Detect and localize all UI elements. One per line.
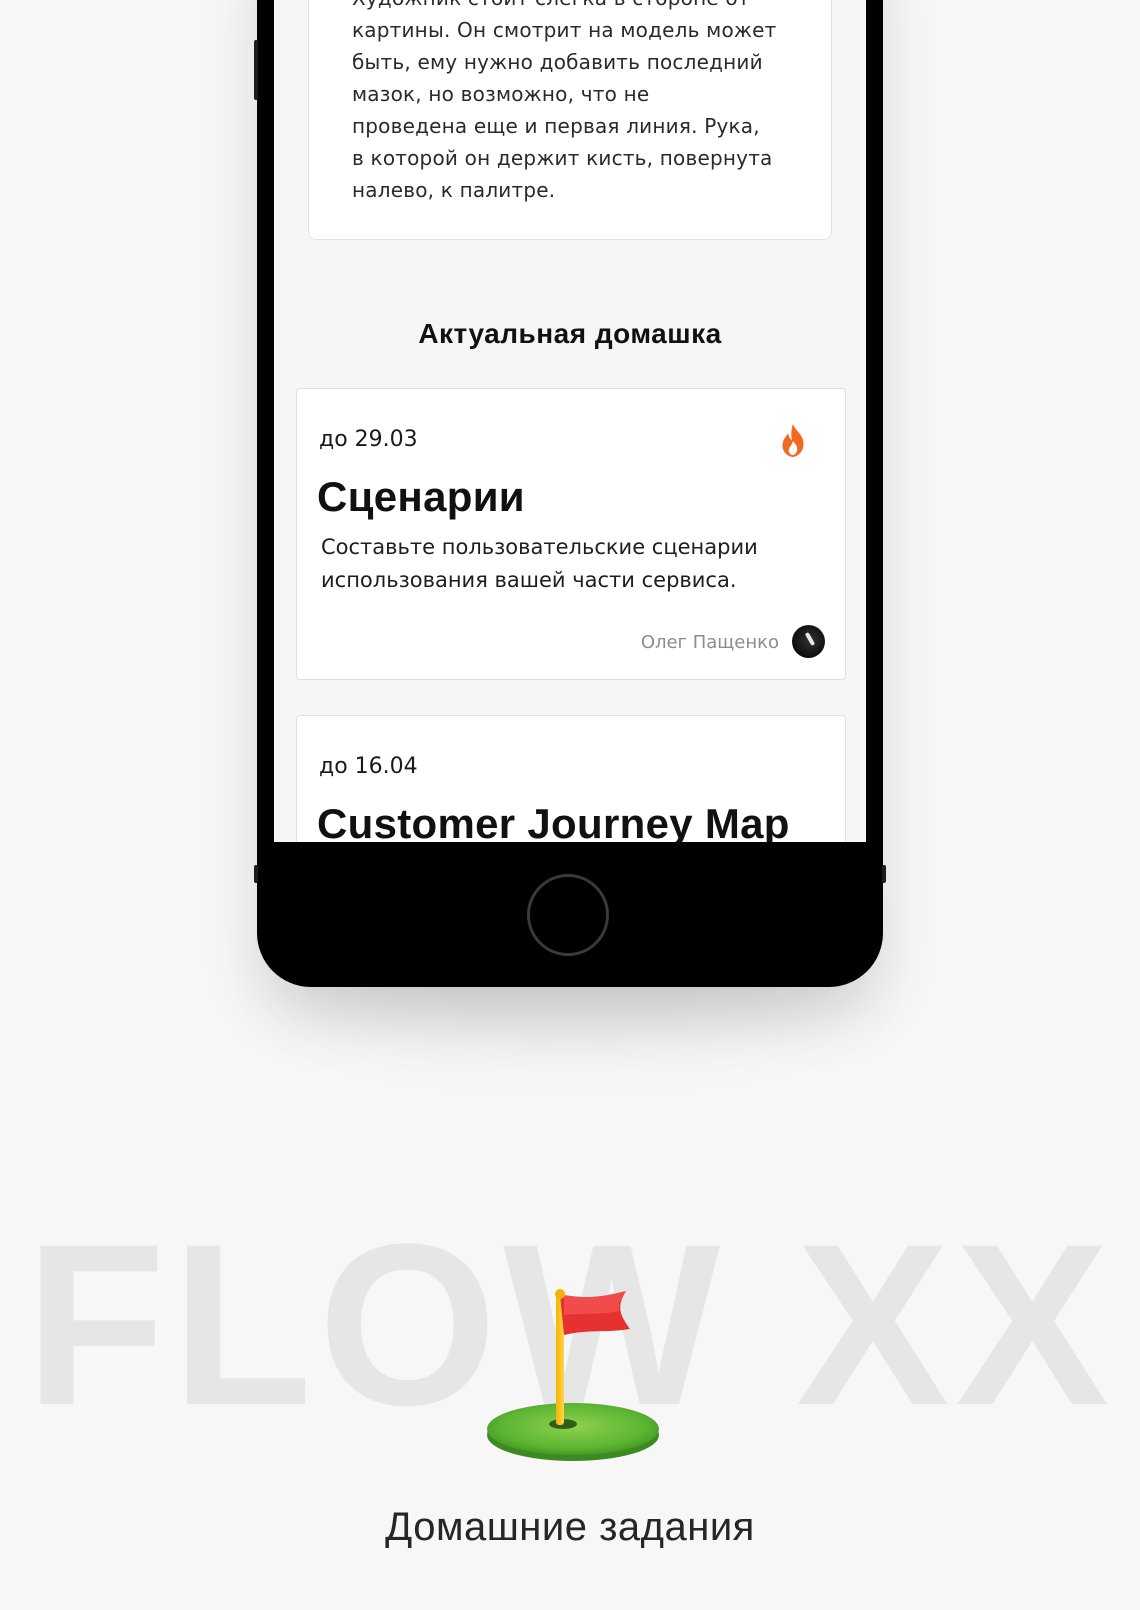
phone-screen[interactable]: Художник стоит слегка в стороне от карти…: [274, 0, 866, 842]
description-card: Художник стоит слегка в стороне от карти…: [308, 0, 832, 240]
phone-mockup: Художник стоит слегка в стороне от карти…: [254, 0, 886, 987]
volume-button: [254, 40, 258, 100]
homework-card-cjm[interactable]: до 16.04 Customer Journey Map: [296, 715, 846, 842]
homework-title: Customer Journey Map: [317, 800, 790, 842]
description-line: Художник стоит слегка в стороне от: [352, 0, 802, 14]
description-line: быть, ему нужно добавить последний: [352, 50, 763, 74]
homework-card-scenarios[interactable]: до 29.03 Сценарии Составьте пользователь…: [296, 388, 846, 680]
description-line: в которой он держит кисть, повернута: [352, 146, 773, 170]
homework-author: Олег Пащенко: [640, 632, 779, 653]
description-line: налево, к палитре.: [352, 178, 556, 202]
flame-icon: [782, 424, 804, 457]
footer-caption: Домашние задания: [385, 1505, 755, 1549]
homework-description: Составьте пользовательские сценарии испо…: [321, 531, 821, 597]
description-text: Художник стоит слегка в стороне от карти…: [352, 0, 802, 206]
homework-description-line: Составьте пользовательские сценарии: [321, 535, 758, 559]
flag-in-hole-icon: [487, 1289, 659, 1461]
homework-deadline: до 16.04: [319, 754, 418, 779]
homework-description-line: использования вашей части сервиса.: [321, 568, 737, 592]
homework-title: Сценарии: [317, 473, 525, 520]
homework-deadline: до 29.03: [319, 427, 418, 452]
side-button: [254, 865, 258, 883]
description-line: мазок, но возможно, что не: [352, 82, 650, 106]
description-line: картины. Он смотрит на модель может: [352, 18, 777, 42]
side-button-right: [882, 865, 886, 883]
author-avatar: [792, 625, 825, 658]
home-button[interactable]: [527, 874, 609, 956]
description-line: проведена еще и первая линия. Рука,: [352, 114, 760, 138]
section-title: Актуальная домашка: [418, 318, 722, 349]
